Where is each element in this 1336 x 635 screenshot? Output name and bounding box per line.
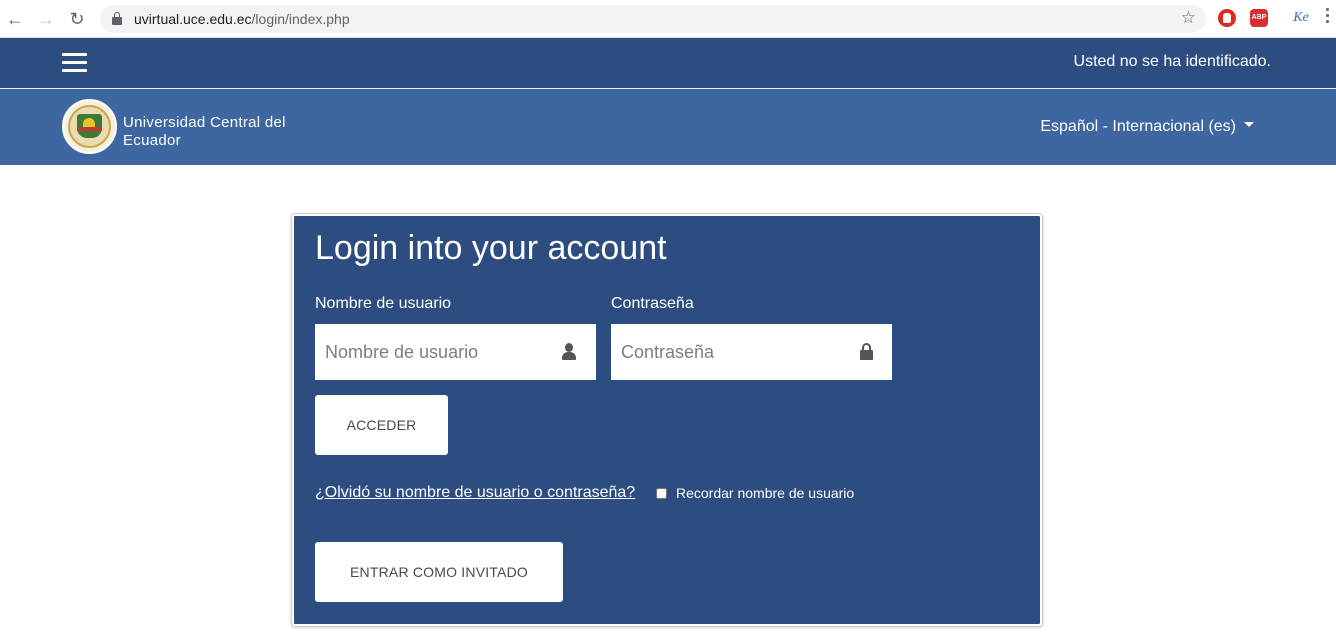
site-header: Universidad Central del Ecuador Español … — [0, 89, 1336, 165]
guest-login-button[interactable]: ENTRAR COMO INVITADO — [315, 542, 563, 602]
address-bar[interactable]: uvirtual.uce.edu.ec/login/index.php ☆ — [100, 5, 1206, 33]
abp-extension-icon[interactable]: ABP — [1250, 9, 1268, 27]
secure-lock-icon[interactable] — [112, 12, 122, 25]
bookmark-star-icon[interactable]: ☆ — [1181, 8, 1196, 28]
adblock-extension-icon[interactable] — [1218, 9, 1236, 27]
password-input[interactable] — [611, 324, 892, 380]
login-card: Login into your account Nombre de usuari… — [292, 214, 1042, 626]
url-text[interactable]: uvirtual.uce.edu.ec/login/index.php — [134, 11, 350, 27]
password-field — [611, 324, 892, 380]
user-icon — [562, 343, 576, 361]
browser-toolbar: ← → ↻ uvirtual.uce.edu.ec/login/index.ph… — [0, 0, 1336, 38]
caret-down-icon — [1244, 122, 1254, 128]
login-title: Login into your account — [315, 229, 667, 267]
language-label: Español - Internacional (es) — [1040, 118, 1236, 135]
username-field — [315, 324, 596, 380]
login-button[interactable]: ACCEDER — [315, 395, 448, 455]
url-path: /login/index.php — [251, 11, 350, 27]
password-label: Contraseña — [611, 295, 694, 312]
username-label: Nombre de usuario — [315, 295, 452, 312]
username-input[interactable] — [315, 324, 596, 380]
language-selector[interactable]: Español - Internacional (es) — [1040, 118, 1254, 136]
lock-icon — [860, 343, 873, 360]
forward-icon[interactable]: → — [35, 8, 57, 30]
top-navbar: Usted no se ha identificado. — [0, 38, 1336, 89]
browser-menu-icon[interactable] — [1326, 8, 1330, 28]
url-host: uvirtual.uce.edu.ec — [134, 11, 252, 27]
back-icon[interactable]: ← — [4, 8, 26, 30]
forgot-password-link[interactable]: ¿Olvidó su nombre de usuario o contraseñ… — [315, 484, 635, 502]
extension-icon[interactable]: Ke — [1292, 9, 1310, 27]
site-name[interactable]: Universidad Central del Ecuador — [123, 114, 313, 150]
hamburger-menu-icon[interactable] — [62, 53, 87, 73]
university-logo[interactable] — [62, 99, 117, 154]
login-status-text: Usted no se ha identificado. — [1073, 53, 1271, 70]
reload-icon[interactable]: ↻ — [66, 8, 88, 30]
remember-username[interactable]: Recordar nombre de usuario — [656, 485, 854, 501]
remember-username-label: Recordar nombre de usuario — [676, 485, 855, 501]
remember-username-checkbox[interactable] — [656, 488, 667, 499]
